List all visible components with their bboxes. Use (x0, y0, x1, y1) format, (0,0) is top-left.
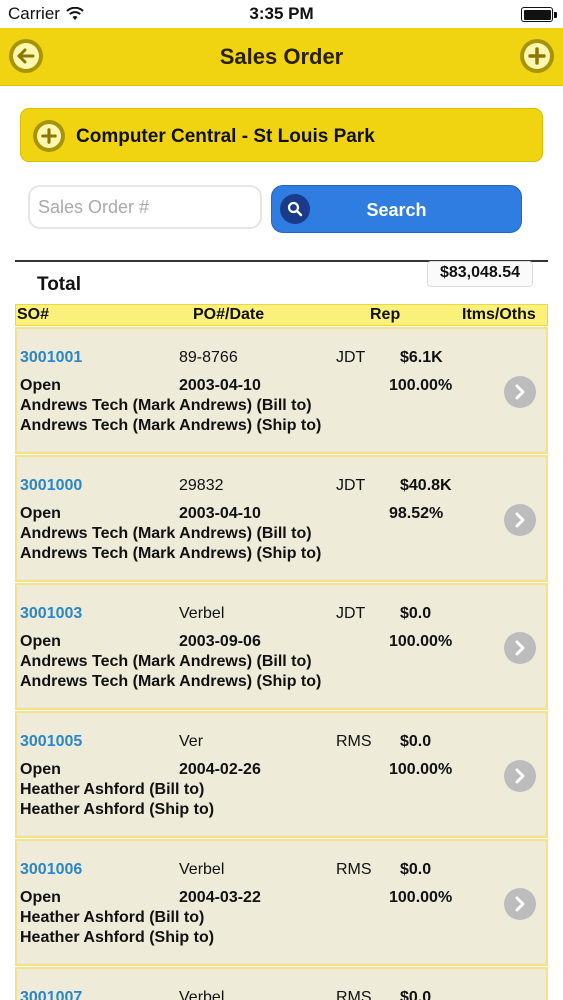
rep: JDT (336, 349, 366, 366)
table-row[interactable]: 3001001 89-8766 JDT $6.1K Open 2003-04-1… (15, 327, 548, 454)
order-date: 2003-04-10 (179, 377, 261, 394)
column-header-items-others: Itms/Oths (462, 306, 536, 323)
chevron-right-icon (515, 512, 525, 528)
rep: JDT (336, 477, 366, 494)
table-row[interactable]: 3001003 Verbel JDT $0.0 Open 2003-09-06 … (15, 583, 548, 710)
chevron-right-icon (515, 896, 525, 912)
po-number: 29832 (179, 477, 224, 494)
amount: $0.0 (400, 733, 432, 750)
chevron-right-icon (515, 640, 525, 656)
so-number-link[interactable]: 3001001 (20, 349, 82, 367)
amount: $40.8K (400, 477, 452, 494)
rep: JDT (336, 605, 366, 622)
po-number: Verbel (179, 861, 225, 878)
percent: 100.00% (389, 761, 453, 778)
order-date: 2003-09-06 (179, 633, 261, 650)
ship-to: Andrews Tech (Mark Andrews) (Ship to) (20, 417, 322, 434)
sales-order-search-input[interactable] (28, 185, 262, 229)
column-header-so: SO# (17, 306, 50, 323)
order-date: 2004-03-22 (179, 889, 261, 906)
column-header-rep: Rep (370, 306, 401, 323)
row-detail-button[interactable] (504, 504, 536, 536)
order-date: 2003-04-10 (179, 505, 261, 522)
so-number-link[interactable]: 3001000 (20, 477, 82, 495)
battery-icon (521, 7, 557, 22)
amount: $0.0 (400, 989, 432, 1000)
table-header: SO# PO#/Date Rep Itms/Oths (15, 304, 548, 326)
amount: $6.1K (400, 349, 443, 366)
bill-to: Andrews Tech (Mark Andrews) (Bill to) (20, 397, 312, 414)
total-label: Total (37, 274, 81, 295)
ship-to: Heather Ashford (Ship to) (20, 801, 215, 818)
chevron-right-icon (515, 384, 525, 400)
rep: RMS (336, 733, 372, 750)
status-time: 3:35 PM (249, 4, 314, 23)
chevron-right-icon (515, 768, 525, 784)
percent: 100.00% (389, 633, 453, 650)
page-title: Sales Order (219, 44, 344, 69)
po-number: Verbel (179, 989, 225, 1000)
customer-name: Computer Central - St Louis Park (76, 126, 375, 147)
add-customer-button[interactable] (33, 120, 65, 152)
table-row[interactable]: 3001007 Verbel RMS $0.0 (15, 967, 548, 1000)
order-status: Open (20, 633, 61, 650)
column-header-po-date: PO#/Date (193, 306, 265, 323)
table-row[interactable]: 3001006 Verbel RMS $0.0 Open 2004-03-22 … (15, 839, 548, 966)
po-number: Ver (179, 733, 204, 750)
so-number-link[interactable]: 3001006 (20, 861, 82, 879)
order-status: Open (20, 761, 61, 778)
amount: $0.0 (400, 605, 432, 622)
nav-bar: Sales Order (0, 28, 563, 86)
add-order-button[interactable] (520, 39, 554, 73)
amount: $0.0 (400, 861, 432, 878)
table-row[interactable]: 3001000 29832 JDT $40.8K Open 2003-04-10… (15, 455, 548, 582)
order-date: 2004-02-26 (179, 761, 261, 778)
order-status: Open (20, 505, 61, 522)
bill-to: Andrews Tech (Mark Andrews) (Bill to) (20, 653, 312, 670)
percent: 100.00% (389, 889, 453, 906)
percent: 100.00% (389, 377, 453, 394)
plus-icon (41, 128, 57, 144)
search-button-label: Search (366, 200, 427, 220)
ship-to: Heather Ashford (Ship to) (20, 929, 215, 946)
bill-to: Andrews Tech (Mark Andrews) (Bill to) (20, 525, 312, 542)
customer-selector[interactable]: Computer Central - St Louis Park (20, 108, 543, 162)
order-status: Open (20, 377, 61, 394)
po-number: Verbel (179, 605, 225, 622)
table-row[interactable]: 3001005 Ver RMS $0.0 Open 2004-02-26 100… (15, 711, 548, 838)
rep: RMS (336, 861, 372, 878)
row-detail-button[interactable] (504, 632, 536, 664)
search-button[interactable]: Search (271, 185, 522, 233)
bill-to: Heather Ashford (Bill to) (20, 909, 205, 926)
so-number-link[interactable]: 3001003 (20, 605, 82, 623)
order-status: Open (20, 889, 61, 906)
percent: 98.52% (389, 505, 444, 522)
status-bar: Carrier 3:35 PM (0, 0, 563, 28)
ship-to: Andrews Tech (Mark Andrews) (Ship to) (20, 673, 322, 690)
row-detail-button[interactable] (504, 888, 536, 920)
total-value: $83,048.54 (427, 261, 533, 287)
so-number-link[interactable]: 3001005 (20, 733, 82, 751)
ship-to: Andrews Tech (Mark Andrews) (Ship to) (20, 545, 322, 562)
plus-icon (528, 47, 546, 65)
row-detail-button[interactable] (504, 760, 536, 792)
row-detail-button[interactable] (504, 376, 536, 408)
po-number: 89-8766 (179, 349, 238, 366)
rep: RMS (336, 989, 372, 1000)
bill-to: Heather Ashford (Bill to) (20, 781, 205, 798)
so-number-link[interactable]: 3001007 (20, 989, 82, 1000)
